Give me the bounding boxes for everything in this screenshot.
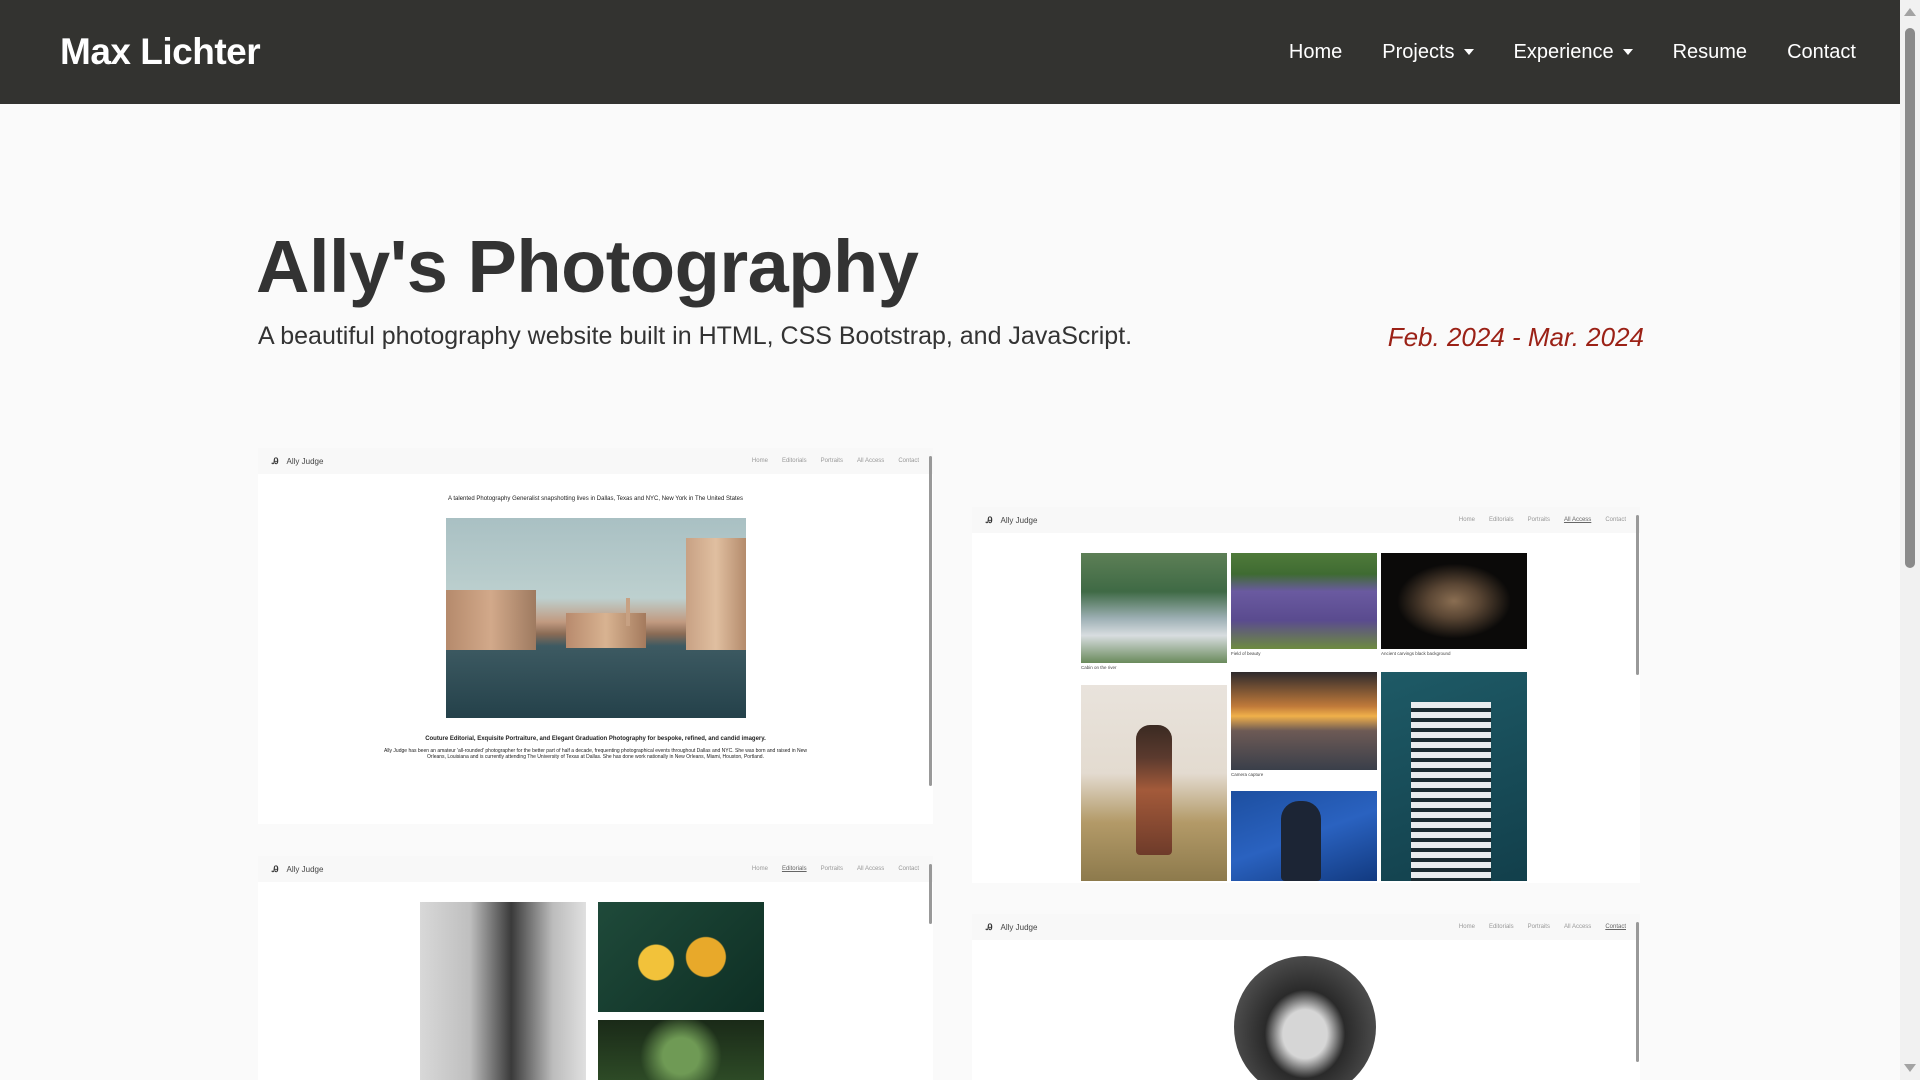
mini-link: Editorials bbox=[781, 458, 807, 464]
mini-link: All Access bbox=[856, 866, 885, 872]
nav-experience-label: Experience bbox=[1513, 40, 1614, 63]
carving-photo bbox=[1381, 553, 1527, 649]
mini-link: Contact bbox=[898, 866, 919, 872]
mini-scrollbar bbox=[927, 856, 933, 1080]
mini-link: Contact bbox=[898, 458, 919, 464]
mini-link: Portraits bbox=[1527, 924, 1550, 930]
scroll-down-arrow-icon[interactable] bbox=[1904, 1064, 1916, 1072]
nav-projects-label: Projects bbox=[1382, 40, 1455, 63]
nav-contact[interactable]: Contact bbox=[1787, 41, 1856, 64]
nav-home[interactable]: Home bbox=[1289, 41, 1342, 64]
page-scrollbar[interactable] bbox=[1900, 0, 1920, 1080]
nav-home-label: Home bbox=[1288, 40, 1343, 63]
nav-projects-dropdown[interactable]: Projects bbox=[1382, 40, 1474, 64]
nav-resume-label: Resume bbox=[1672, 40, 1748, 63]
river-photo bbox=[1081, 553, 1227, 663]
mini-nav-links: Home Editorials Portraits All Access Con… bbox=[1459, 924, 1626, 930]
nav-experience-dropdown[interactable]: Experience bbox=[1514, 41, 1633, 64]
screenshot-gallery[interactable]: Ꭿ Ally Judge Home Editorials Portraits A… bbox=[972, 507, 1640, 883]
statue-photo bbox=[1231, 791, 1377, 881]
mini-link: Home bbox=[751, 866, 768, 872]
mini-navbar: Ꭿ Ally Judge Home Editorials Portraits A… bbox=[972, 914, 1640, 940]
mini-link: Home bbox=[1458, 517, 1475, 523]
project-description: A beautiful photography website built in… bbox=[258, 322, 1133, 350]
mini-site-name: Ally Judge bbox=[286, 456, 324, 466]
lavender-photo bbox=[1231, 553, 1377, 649]
home-bio: Ally Judge has been an amateur 'all-roun… bbox=[383, 747, 807, 761]
mini-logo-icon: Ꭿ bbox=[986, 921, 993, 932]
screenshot-contact[interactable]: Ꭿ Ally Judge Home Editorials Portraits A… bbox=[972, 914, 1640, 1080]
mini-logo-icon: Ꭿ bbox=[272, 455, 279, 466]
mini-scrollbar bbox=[1634, 914, 1640, 1080]
mini-link: All Access bbox=[1563, 924, 1592, 930]
photo-caption: Field of beauty bbox=[1231, 651, 1261, 656]
caret-down-icon bbox=[1463, 49, 1474, 55]
mini-link: Contact bbox=[1605, 517, 1626, 523]
mini-site-name: Ally Judge bbox=[286, 864, 324, 874]
screenshot-home[interactable]: Ꭿ Ally Judge Home Editorials Portraits A… bbox=[258, 448, 933, 824]
brand-logo[interactable]: Max Lichter bbox=[60, 31, 261, 73]
mini-site-name: Ally Judge bbox=[1000, 515, 1038, 525]
mini-link: Portraits bbox=[820, 866, 843, 872]
top-navbar: Max Lichter Home Projects Experience Res… bbox=[0, 0, 1900, 104]
venice-photo bbox=[445, 517, 746, 718]
project-dates: Feb. 2024 - Mar. 2024 bbox=[1387, 322, 1644, 352]
woman-field-photo bbox=[1081, 685, 1227, 881]
mini-logo-icon: Ꭿ bbox=[272, 863, 279, 874]
mini-link: Home bbox=[751, 458, 768, 464]
mini-link-active: All Access bbox=[1563, 517, 1592, 523]
mini-link-active: Contact bbox=[1605, 924, 1626, 930]
caret-down-icon bbox=[1622, 49, 1633, 55]
page-title: Ally's Photography bbox=[256, 225, 919, 308]
home-services: Couture Editorial, Exquisite Portraiture… bbox=[425, 735, 766, 742]
mini-link: All Access bbox=[856, 458, 885, 464]
nav-contact-label: Contact bbox=[1787, 40, 1856, 63]
scroll-up-arrow-icon[interactable] bbox=[1904, 8, 1916, 16]
mini-scrollbar bbox=[927, 448, 933, 824]
home-tagline: A talented Photography Generalist snapsh… bbox=[448, 496, 743, 502]
photo-caption: Camera capture bbox=[1231, 772, 1264, 777]
mini-link: Editorials bbox=[1488, 924, 1514, 930]
mini-navbar: Ꭿ Ally Judge Home Editorials Portraits A… bbox=[258, 856, 933, 882]
scrollbar-thumb[interactable] bbox=[1905, 28, 1915, 568]
foliage-photo bbox=[598, 1020, 764, 1080]
mini-link: Editorials bbox=[1488, 517, 1514, 523]
mini-navbar: Ꭿ Ally Judge Home Editorials Portraits A… bbox=[972, 507, 1640, 533]
mini-link: Home bbox=[1458, 924, 1475, 930]
profile-portrait-photo bbox=[1234, 956, 1376, 1080]
building-photo bbox=[1381, 672, 1527, 881]
mini-scrollbar bbox=[1634, 507, 1640, 883]
mini-nav-links: Home Editorials Portraits All Access Con… bbox=[1459, 517, 1626, 523]
photo-caption: Ancient carvings black background bbox=[1381, 651, 1451, 656]
screenshot-editorials[interactable]: Ꭿ Ally Judge Home Editorials Portraits A… bbox=[258, 856, 933, 1080]
nav-links: Home Projects Experience Resume Contact bbox=[1289, 41, 1856, 64]
mini-nav-links: Home Editorials Portraits All Access Con… bbox=[752, 458, 919, 464]
gallery-grid: Cabin on the river Field of beauty Camer… bbox=[1081, 553, 1531, 883]
mini-logo-icon: Ꭿ bbox=[986, 514, 993, 525]
mini-nav-links: Home Editorials Portraits All Access Con… bbox=[752, 866, 919, 872]
yellow-roses-photo bbox=[598, 902, 764, 1012]
mini-link: Portraits bbox=[820, 458, 843, 464]
bw-portrait-photo bbox=[420, 902, 586, 1080]
mini-link: Portraits bbox=[1527, 517, 1550, 523]
mini-navbar: Ꭿ Ally Judge Home Editorials Portraits A… bbox=[258, 448, 933, 474]
mini-site-name: Ally Judge bbox=[1000, 922, 1038, 932]
mini-link-active: Editorials bbox=[781, 866, 807, 872]
photo-caption: Cabin on the river bbox=[1081, 665, 1117, 670]
sunset-phone-photo bbox=[1231, 672, 1377, 770]
nav-resume[interactable]: Resume bbox=[1673, 41, 1747, 64]
